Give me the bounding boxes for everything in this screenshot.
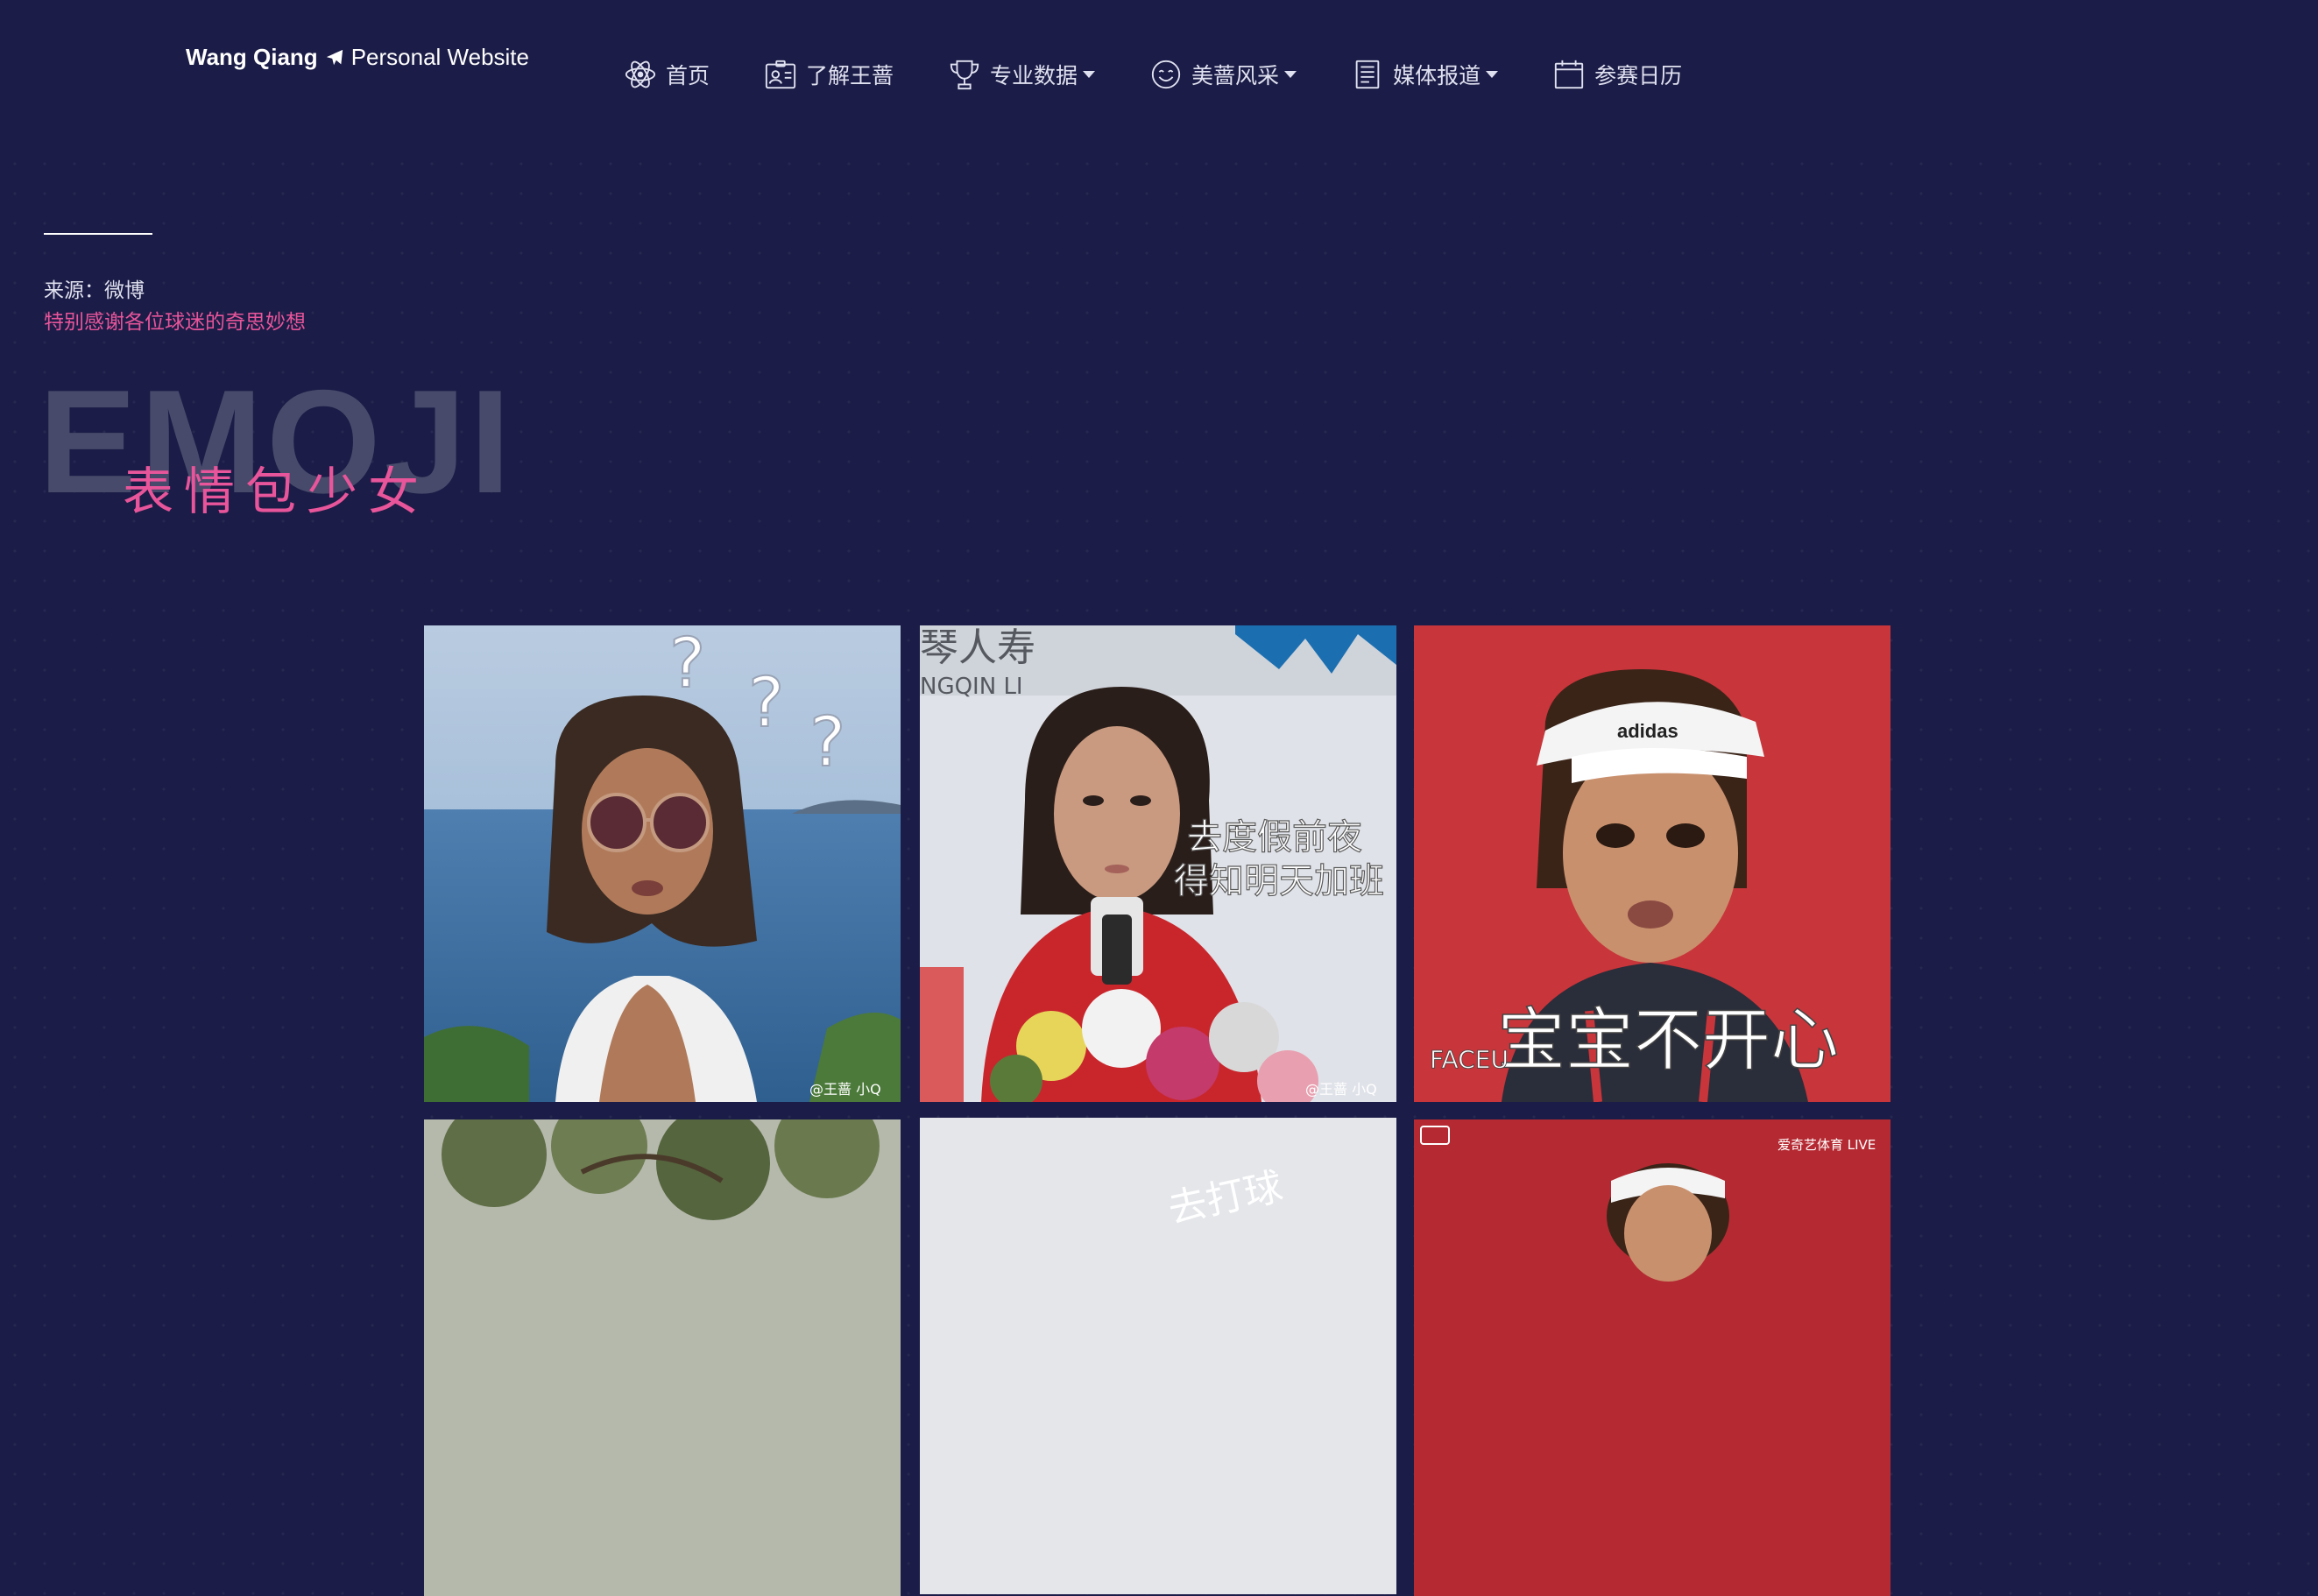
gallery-photo[interactable]: 爱奇艺体育 LIVE xyxy=(1414,1119,1890,1596)
brand-tagline: Personal Website xyxy=(350,44,529,70)
caret-down-icon xyxy=(1486,71,1499,78)
photo-banner-2: NGQIN LI xyxy=(920,674,1023,700)
gallery-photo[interactable] xyxy=(424,1119,901,1596)
svg-text:?: ? xyxy=(669,625,705,703)
section-divider xyxy=(44,233,152,235)
brand-name: Wang Qiang xyxy=(186,44,318,70)
nav-item-calendar[interactable]: 参赛日历 xyxy=(1552,58,1682,91)
navbar: Wang Qiang Personal Website 首页 了解王蔷 专业数据… xyxy=(0,0,2318,149)
nav-item-gallery[interactable]: 美蔷风采 xyxy=(1149,58,1297,91)
nav-label: 参赛日历 xyxy=(1594,63,1683,88)
section-title: 表情包少女 xyxy=(123,462,430,521)
photo-watermark: @王蔷 小Q xyxy=(1305,1081,1377,1098)
nav-label: 专业数据 xyxy=(990,63,1078,88)
svg-text:?: ? xyxy=(809,703,845,782)
paper-plane-icon xyxy=(325,48,344,67)
caret-down-icon xyxy=(1284,71,1297,78)
nav-item-about[interactable]: 了解王蔷 xyxy=(764,58,894,91)
brand-logo[interactable]: Wang Qiang Personal Website xyxy=(186,44,529,71)
id-card-icon xyxy=(764,58,797,91)
calendar-icon xyxy=(1552,58,1586,91)
photo-banner: 琴人寿 xyxy=(920,625,1035,670)
photo-caption: 宝宝不开心 xyxy=(1497,1001,1839,1080)
main-nav: 首页 了解王蔷 专业数据 美蔷风采 媒体报道 参赛日历 xyxy=(624,58,1736,91)
photo-watermark: @王蔷 小Q xyxy=(809,1081,881,1098)
nav-item-stats[interactable]: 专业数据 xyxy=(948,58,1096,91)
thanks-text: 特别感谢各位球迷的奇思妙想 xyxy=(44,311,306,334)
atom-icon xyxy=(624,58,657,91)
document-icon xyxy=(1351,58,1384,91)
gallery-photo[interactable]: adidas 宝宝不开心 FACEU xyxy=(1414,625,1890,1102)
nav-label: 首页 xyxy=(666,63,710,88)
svg-text:adidas: adidas xyxy=(1617,720,1678,742)
nav-item-home[interactable]: 首页 xyxy=(624,58,710,91)
gallery-photo[interactable]: 去打球 xyxy=(920,1118,1396,1594)
nav-label: 了解王蔷 xyxy=(806,63,894,88)
trophy-icon xyxy=(948,58,981,91)
svg-text:?: ? xyxy=(748,664,784,743)
smiley-icon xyxy=(1149,58,1183,91)
gallery-photo[interactable]: ? ? ? @王蔷 小Q xyxy=(424,625,901,1102)
photo-watermark: 爱奇艺体育 LIVE xyxy=(1777,1137,1876,1153)
source-text: 来源：微博 xyxy=(44,279,145,302)
gallery-photo[interactable]: 琴人寿 NGQIN LI 去度假前夜 得知明天加班 @王蔷 小Q xyxy=(920,625,1396,1102)
nav-label: 美蔷风采 xyxy=(1191,63,1280,88)
caret-down-icon xyxy=(1083,71,1096,78)
photo-brand: FACEU xyxy=(1430,1045,1509,1074)
nav-item-media[interactable]: 媒体报道 xyxy=(1351,58,1499,91)
nav-label: 媒体报道 xyxy=(1393,63,1481,88)
